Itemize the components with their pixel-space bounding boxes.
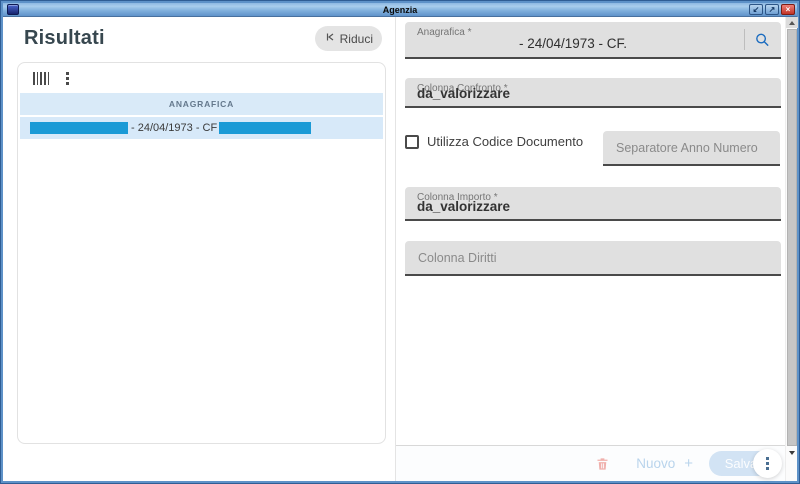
plus-icon: + [684, 455, 693, 472]
scrollbar-up-arrow[interactable] [786, 17, 798, 28]
arrow-down-icon [789, 451, 795, 472]
column-header-anagrafica[interactable]: ANAGRAFICA [20, 93, 383, 115]
utilizza-codice-checkbox[interactable] [405, 135, 419, 149]
colonna-confronto-value: da_valorizzare [417, 86, 510, 101]
search-icon [754, 31, 771, 48]
table-menu-icon[interactable] [66, 72, 69, 85]
table-row[interactable]: - 24/04/1973 - CF [20, 117, 383, 139]
utilizza-codice-checkbox-group[interactable]: Utilizza Codice Documento [405, 134, 583, 149]
title-bar[interactable]: Agenzia ↙ ↗ × [3, 3, 797, 17]
redacted-text-bar [30, 122, 128, 134]
maximize-button[interactable]: ↗ [765, 4, 779, 15]
anagrafica-value: - 24/04/1973 - CF. [405, 36, 741, 51]
results-table-card: ANAGRAFICA - 24/04/1973 - CF [17, 62, 386, 444]
scrollbar-down-arrow[interactable] [789, 455, 795, 473]
colonna-importo-value: da_valorizzare [417, 199, 510, 214]
nuovo-label: Nuovo [636, 456, 675, 471]
collapse-button-label: Riduci [340, 32, 373, 46]
separatore-anno-numero-label: Separatore Anno Numero [603, 131, 780, 164]
separatore-anno-numero-field[interactable]: Separatore Anno Numero [603, 131, 780, 166]
more-actions-button[interactable] [753, 449, 782, 478]
table-toolbar [18, 63, 385, 93]
window-content: Risultati Riduci ANAGRAFICA [3, 17, 797, 481]
action-footer: Nuovo + Salva [396, 445, 785, 481]
form-panel: Anagrafica * - 24/04/1973 - CF. Colonna … [396, 17, 785, 481]
vertical-scrollbar[interactable] [785, 17, 797, 481]
window-title: Agenzia [3, 3, 797, 17]
nuovo-button[interactable]: Nuovo + [636, 455, 693, 472]
collapse-button[interactable]: Riduci [315, 26, 382, 51]
results-panel: Risultati Riduci ANAGRAFICA [3, 17, 396, 481]
trash-icon [595, 456, 610, 472]
colonna-diritti-field[interactable]: Colonna Diritti [405, 241, 781, 276]
more-vert-icon [766, 457, 769, 470]
delete-button[interactable] [595, 456, 610, 472]
page-title: Risultati [24, 27, 105, 50]
redacted-text-bar [219, 122, 311, 134]
colonna-diritti-label: Colonna Diritti [405, 241, 781, 274]
scrollbar-thumb[interactable] [787, 29, 797, 446]
colonna-importo-field[interactable]: Colonna Importo * da_valorizzare [405, 187, 781, 221]
arrow-up-icon [789, 21, 795, 25]
first-page-icon [324, 31, 336, 46]
close-button[interactable]: × [781, 4, 795, 15]
search-button[interactable] [752, 29, 773, 50]
colonna-confronto-field[interactable]: Colonna Confronto * da_valorizzare [405, 78, 781, 108]
utilizza-codice-label[interactable]: Utilizza Codice Documento [427, 134, 583, 149]
minimize-button[interactable]: ↙ [749, 4, 763, 15]
checkbox-separator-row: Utilizza Codice Documento Separatore Ann… [405, 131, 781, 166]
columns-filter-icon[interactable] [33, 72, 49, 85]
row-text: - 24/04/1973 - CF [131, 122, 217, 134]
anagrafica-field[interactable]: Anagrafica * - 24/04/1973 - CF. [405, 22, 781, 59]
app-window: Agenzia ↙ ↗ × Risultati Riduci [0, 0, 800, 484]
field-divider [744, 29, 745, 50]
